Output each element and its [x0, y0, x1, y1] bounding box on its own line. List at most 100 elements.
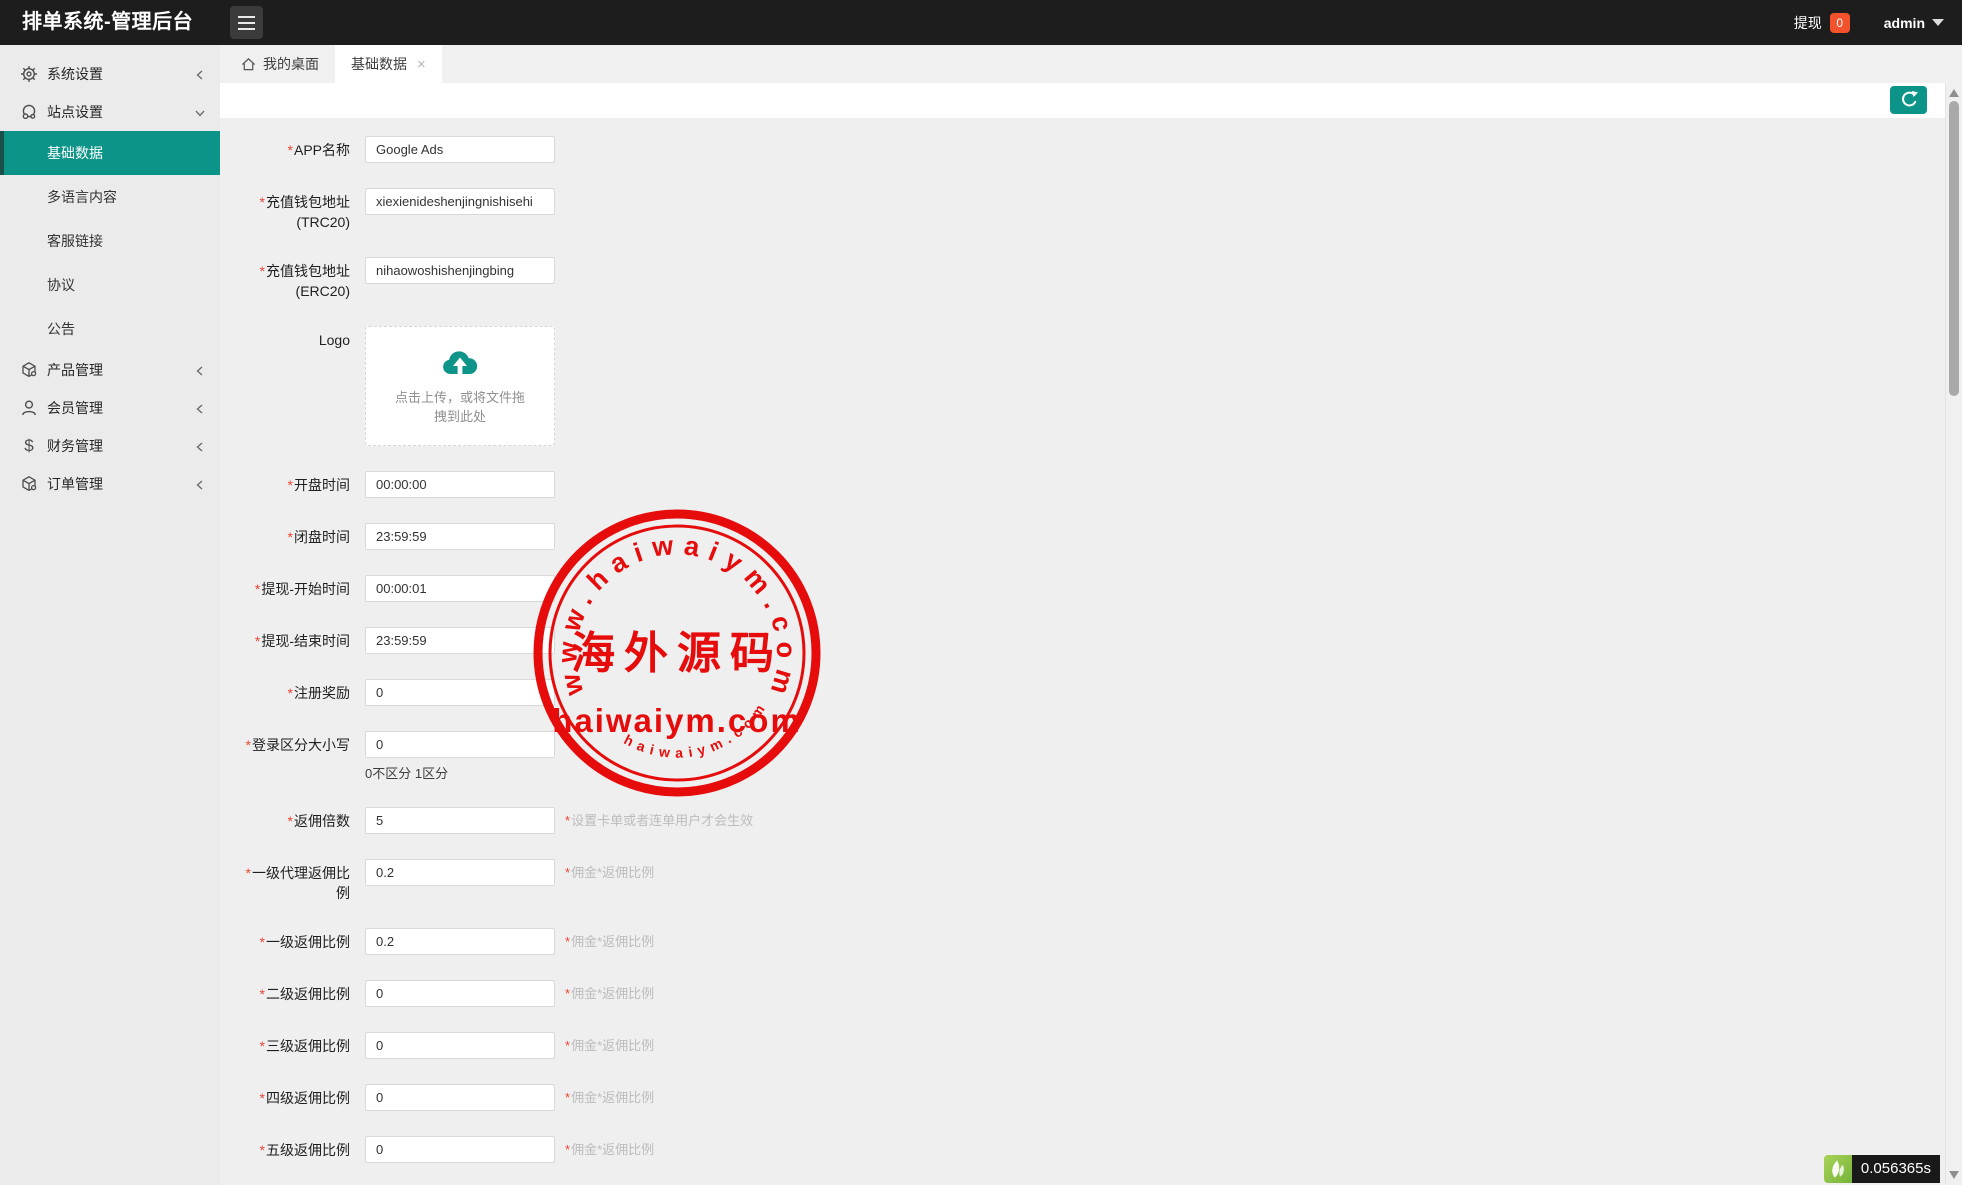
- refresh-button[interactable]: [1890, 86, 1927, 114]
- tab-bar: 我的桌面 基础数据 ×: [220, 45, 1962, 83]
- field-label: *充值钱包地址(TRC20): [235, 188, 350, 232]
- chevron-left-icon: [194, 478, 206, 490]
- field-hint: *佣金*返佣比例: [565, 1032, 654, 1059]
- field-label: *充值钱包地址(ERC20): [235, 257, 350, 301]
- scroll-up-arrow[interactable]: [1949, 89, 1959, 97]
- runtime-badge: 0.056365s: [1824, 1155, 1940, 1183]
- form-row-rebate-l1: *一级返佣比例 *佣金*返佣比例: [235, 928, 1945, 955]
- sidebar-item-label: 产品管理: [47, 360, 194, 380]
- form-row-login-case: *登录区分大小写 0不区分 1区分: [235, 731, 1945, 782]
- field-hint: *佣金*返佣比例: [565, 859, 654, 886]
- sidebar-item-label: 站点设置: [47, 102, 194, 122]
- form-row-register-reward: *注册奖励: [235, 679, 1945, 706]
- withdraw-link[interactable]: 提现 0: [1794, 13, 1850, 33]
- sidebar-item-finance-management[interactable]: $ 财务管理: [0, 427, 220, 465]
- agent-rebate-ratio-input[interactable]: [365, 859, 555, 886]
- rebate-l1-input[interactable]: [365, 928, 555, 955]
- form-row-rebate-l4: *四级返佣比例 *佣金*返佣比例: [235, 1084, 1945, 1111]
- tab-desktop[interactable]: 我的桌面: [225, 45, 335, 83]
- sidebar-item-multilanguage[interactable]: 多语言内容: [0, 175, 220, 219]
- app-name-input[interactable]: [365, 136, 555, 163]
- top-header: 排单系统-管理后台 提现 0 admin: [0, 0, 1962, 45]
- login-case-helper: 0不区分 1区分: [365, 763, 448, 782]
- rebate-l5-input[interactable]: [365, 1136, 555, 1163]
- chevron-left-icon: [194, 402, 206, 414]
- order-icon: [20, 475, 38, 493]
- main-area: 我的桌面 基础数据 × *APP名称 *充值钱包地址(TRC20): [220, 45, 1962, 1185]
- rebate-multiple-input[interactable]: [365, 807, 555, 834]
- field-hint: *佣金*返佣比例: [565, 1084, 654, 1111]
- gear-icon: [20, 65, 38, 83]
- form-row-withdraw-start: *提现-开始时间: [235, 575, 1945, 602]
- content-toolbar: [220, 83, 1945, 118]
- tab-label: 我的桌面: [263, 54, 319, 74]
- sidebar-item-label: 系统设置: [47, 64, 194, 84]
- sidebar: 系统设置 站点设置 基础数据 多语言内容 客服链接 协议 公告 产品管理: [0, 45, 220, 1185]
- field-label: *注册奖励: [235, 679, 350, 706]
- username: admin: [1884, 15, 1925, 31]
- logo-upload-dropzone[interactable]: 点击上传，或将文件拖 拽到此处: [365, 326, 555, 446]
- form-row-logo: Logo 点击上传，或将文件拖 拽到此处: [235, 326, 1945, 446]
- withdraw-start-time-input[interactable]: [365, 575, 555, 602]
- sidebar-item-product-management[interactable]: 产品管理: [0, 351, 220, 389]
- field-label: *提现-结束时间: [235, 627, 350, 654]
- app-title: 排单系统-管理后台: [22, 0, 193, 45]
- form-row-rebate-l5: *五级返佣比例 *佣金*返佣比例: [235, 1136, 1945, 1163]
- withdraw-end-time-input[interactable]: [365, 627, 555, 654]
- field-hint: *设置卡单或者连单用户才会生效: [565, 807, 753, 834]
- open-time-input[interactable]: [365, 471, 555, 498]
- scrollbar-thumb[interactable]: [1949, 101, 1959, 396]
- cube-icon: [20, 361, 38, 379]
- dollar-icon: $: [20, 437, 38, 455]
- close-time-input[interactable]: [365, 523, 555, 550]
- sidebar-item-order-management[interactable]: 订单管理: [0, 465, 220, 503]
- chevron-down-icon: [194, 106, 206, 118]
- field-label: Logo: [235, 326, 350, 446]
- form-row-rebate-l3: *三级返佣比例 *佣金*返佣比例: [235, 1032, 1945, 1059]
- field-label: *一级代理返佣比例: [235, 859, 350, 903]
- form-row-rebate-multiple: *返佣倍数 *设置卡单或者连单用户才会生效: [235, 807, 1945, 834]
- vertical-scrollbar[interactable]: [1945, 83, 1962, 1185]
- erc20-address-input[interactable]: [365, 257, 555, 284]
- rebate-l4-input[interactable]: [365, 1084, 555, 1111]
- user-menu[interactable]: admin: [1884, 15, 1944, 31]
- chevron-left-icon: [194, 440, 206, 452]
- upload-hint-line1: 点击上传，或将文件拖: [366, 388, 554, 407]
- login-case-input[interactable]: [365, 731, 555, 758]
- caret-down-icon: [1932, 19, 1944, 26]
- hamburger-icon: [238, 16, 255, 18]
- field-label: *闭盘时间: [235, 523, 350, 550]
- field-label: *五级返佣比例: [235, 1136, 350, 1163]
- sidebar-item-site-settings[interactable]: 站点设置: [0, 93, 220, 131]
- field-label: *提现-开始时间: [235, 575, 350, 602]
- trc20-address-input[interactable]: [365, 188, 555, 215]
- register-reward-input[interactable]: [365, 679, 555, 706]
- tab-basic-data[interactable]: 基础数据 ×: [335, 45, 442, 83]
- user-icon: [20, 399, 38, 417]
- field-hint: *佣金*返佣比例: [565, 980, 654, 1007]
- sidebar-item-agreement[interactable]: 协议: [0, 263, 220, 307]
- rebate-l3-input[interactable]: [365, 1032, 555, 1059]
- field-label: *三级返佣比例: [235, 1032, 350, 1059]
- field-label: *四级返佣比例: [235, 1084, 350, 1111]
- tab-label: 基础数据: [351, 54, 407, 74]
- sidebar-item-member-management[interactable]: 会员管理: [0, 389, 220, 427]
- upload-cloud-icon: [366, 349, 554, 384]
- sidebar-item-basic-data[interactable]: 基础数据: [0, 131, 220, 175]
- form-panel: *APP名称 *充值钱包地址(TRC20) *充值钱包地址(ERC20) Log…: [220, 118, 1945, 1185]
- upload-hint-line2: 拽到此处: [366, 407, 554, 426]
- sidebar-item-service-link[interactable]: 客服链接: [0, 219, 220, 263]
- site-icon: [20, 103, 38, 121]
- refresh-icon: [1899, 90, 1919, 110]
- close-icon[interactable]: ×: [417, 56, 426, 73]
- scroll-down-arrow[interactable]: [1949, 1171, 1959, 1179]
- sidebar-item-system-settings[interactable]: 系统设置: [0, 55, 220, 93]
- thinkphp-logo-icon: [1824, 1155, 1852, 1183]
- form-row-trc20: *充值钱包地址(TRC20): [235, 188, 1945, 232]
- sidebar-item-announcement[interactable]: 公告: [0, 307, 220, 351]
- sidebar-toggle-button[interactable]: [230, 6, 263, 39]
- sidebar-item-label: 会员管理: [47, 398, 194, 418]
- field-label: *一级返佣比例: [235, 928, 350, 955]
- form-row-withdraw-end: *提现-结束时间: [235, 627, 1945, 654]
- rebate-l2-input[interactable]: [365, 980, 555, 1007]
